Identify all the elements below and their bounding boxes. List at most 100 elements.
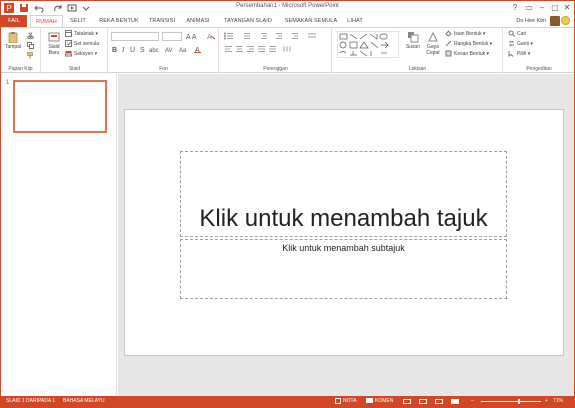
- svg-text:A A: A A: [186, 34, 197, 40]
- svg-text:B: B: [112, 47, 117, 53]
- ribbon-display-options-button[interactable]: ▭: [523, 2, 535, 13]
- shape-effects-icon: [445, 50, 452, 57]
- title-bar: P Persembahan1 - Microsoft PowerPoint ? …: [1, 1, 574, 15]
- format-painter-icon[interactable]: [27, 52, 34, 59]
- shape-fill-button[interactable]: Isian Bentuk ▾: [445, 30, 485, 39]
- layout-button[interactable]: Tataletak ▾: [65, 30, 98, 39]
- user-name: Do Hee Kim: [516, 18, 546, 24]
- cut-icon[interactable]: [27, 32, 34, 39]
- editing-group: Cari Ganti ▾ Pilih ▾ Pengeditan: [504, 28, 574, 73]
- clipboard-group: Tampal Papan Klip: [1, 28, 41, 73]
- comment-icon: [366, 398, 373, 404]
- select-button[interactable]: Pilih ▾: [508, 50, 530, 59]
- slides-group: Slaid Baru Tataletak ▾ Set semula Seksye…: [42, 28, 108, 73]
- slide-sorter-icon[interactable]: [419, 399, 427, 404]
- replace-icon: [508, 40, 515, 47]
- shape-fill-label: Isian Bentuk: [454, 31, 482, 37]
- tab-slideshow[interactable]: TAYANGAN SLAID: [219, 15, 277, 27]
- shape-effects-button[interactable]: Kesan Bentuk ▾: [445, 50, 489, 59]
- reading-view-icon[interactable]: [435, 399, 443, 404]
- slide-editing-area: Klik untuk menambah tajuk Klik untuk men…: [118, 74, 574, 396]
- find-button[interactable]: Cari: [508, 30, 526, 39]
- thumbnail-number: 1: [6, 80, 10, 86]
- alignment-buttons-icon[interactable]: [224, 45, 328, 53]
- svg-text:abc: abc: [149, 48, 159, 53]
- section-icon: [65, 51, 72, 57]
- font-group: A A A B I U S abc AV Aa A Fon: [109, 28, 219, 73]
- tab-file[interactable]: FAIL: [1, 15, 27, 27]
- new-slide-icon: [48, 32, 60, 42]
- zoom-out-icon[interactable]: –: [471, 396, 474, 407]
- subtitle-placeholder[interactable]: Klik untuk menambah subtajuk: [180, 239, 507, 299]
- list-indent-buttons-icon[interactable]: [224, 32, 328, 40]
- svg-text:AV: AV: [165, 48, 173, 53]
- clipboard-icon: [8, 32, 18, 43]
- find-label: Cari: [517, 31, 527, 37]
- quick-styles-button[interactable]: Gaya Cepat: [423, 31, 443, 56]
- zoom-slider[interactable]: [481, 401, 541, 402]
- svg-text:Aa: Aa: [179, 48, 187, 53]
- quick-styles-icon: [428, 31, 438, 42]
- clipboard-group-label: Papan Klip: [8, 66, 33, 72]
- tab-transitions[interactable]: TRANSISI: [146, 15, 178, 27]
- slide-canvas[interactable]: Klik untuk menambah tajuk Klik untuk men…: [124, 109, 564, 356]
- font-name-combo[interactable]: [111, 32, 159, 41]
- font-format-buttons-icon[interactable]: B I U S abc AV Aa A: [111, 45, 215, 53]
- section-button[interactable]: Seksyen ▾: [65, 50, 97, 59]
- zoom-level[interactable]: 71%: [553, 396, 563, 407]
- slideshow-view-icon[interactable]: [451, 399, 459, 404]
- paste-button[interactable]: Tampal: [3, 31, 23, 50]
- tab-insert[interactable]: SELIT: [65, 15, 91, 27]
- grow-shrink-font-icon[interactable]: A A: [186, 33, 206, 40]
- help-button[interactable]: ?: [509, 2, 521, 13]
- svg-text:S: S: [140, 47, 145, 53]
- paste-label: Tampal: [4, 44, 22, 50]
- title-placeholder[interactable]: Klik untuk menambah tajuk: [180, 151, 507, 237]
- arrange-button[interactable]: Susun: [403, 31, 423, 50]
- svg-text:A: A: [207, 34, 212, 40]
- avatar[interactable]: [550, 16, 560, 26]
- notes-label: NOTA: [343, 398, 357, 404]
- layout-icon: [65, 30, 72, 38]
- tab-design[interactable]: REKA BENTUK: [93, 15, 145, 27]
- notes-button[interactable]: NOTA: [335, 396, 357, 407]
- replace-button[interactable]: Ganti ▾: [508, 40, 533, 49]
- normal-view-icon[interactable]: [403, 399, 411, 404]
- minimize-button[interactable]: –: [536, 2, 548, 13]
- zoom-in-icon[interactable]: +: [545, 396, 548, 407]
- shape-outline-label: Rangka Bentuk: [454, 41, 489, 47]
- subtitle-placeholder-text: Klik untuk menambah subtajuk: [282, 243, 405, 253]
- shape-effects-label: Kesan Bentuk: [454, 51, 486, 57]
- language-indicator[interactable]: BAHASA MELAYU: [63, 396, 105, 407]
- shapes-gallery-icon[interactable]: [337, 31, 399, 58]
- slide-count: SLAID 1 DARIPADA 1: [6, 398, 56, 404]
- paragraph-group-label: Perenggan: [263, 66, 288, 72]
- tab-review[interactable]: SEMAKAN SEMULA: [281, 15, 341, 27]
- arrange-icon: [408, 32, 419, 43]
- send-smile-icon[interactable]: [561, 16, 570, 25]
- slide-thumbnail[interactable]: [13, 80, 107, 133]
- tab-animations[interactable]: ANIMASI: [181, 15, 215, 27]
- copy-icon[interactable]: [27, 42, 34, 49]
- close-button[interactable]: ✕: [561, 2, 573, 13]
- shape-outline-button[interactable]: Rangka Bentuk ▾: [445, 40, 492, 49]
- clear-formatting-icon[interactable]: A: [207, 33, 216, 40]
- layout-label: Tataletak: [74, 31, 95, 37]
- new-slide-button[interactable]: Slaid Baru: [44, 31, 64, 56]
- svg-text:U: U: [130, 47, 135, 53]
- arrange-label: Susun: [405, 44, 421, 50]
- font-group-label: Fon: [159, 66, 168, 72]
- maximize-button[interactable]: ▢: [549, 2, 561, 13]
- reset-icon: [65, 40, 72, 48]
- reset-button[interactable]: Set semula: [65, 40, 99, 49]
- font-size-combo[interactable]: [162, 32, 182, 41]
- ribbon: Tampal Papan Klip Slaid Baru Tataletak ▾…: [1, 27, 574, 73]
- paragraph-group: Perenggan: [220, 28, 332, 73]
- zoom-slider-thumb[interactable]: [518, 399, 520, 404]
- new-slide-label-2: Baru: [48, 50, 60, 56]
- tab-view[interactable]: LIHAT: [343, 15, 367, 27]
- select-label: Pilih: [517, 51, 527, 57]
- svg-text:I: I: [121, 46, 125, 53]
- comments-button[interactable]: KOMEN: [366, 396, 393, 407]
- drawing-group-label: Lukisan: [408, 66, 427, 72]
